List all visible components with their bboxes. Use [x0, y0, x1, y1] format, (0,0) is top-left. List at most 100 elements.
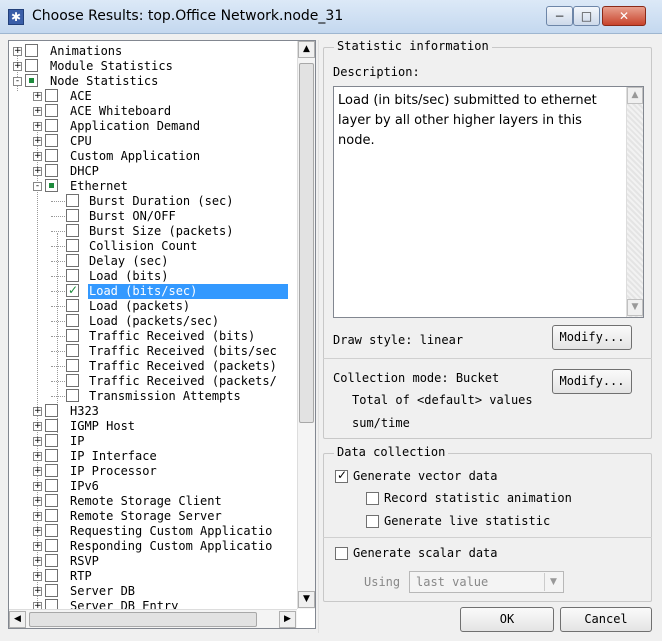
tree-row[interactable]: + CPU: [9, 134, 297, 149]
tree-row[interactable]: Burst ON/OFF: [9, 209, 297, 224]
scroll-down-arrow-icon[interactable]: ▼: [298, 591, 315, 608]
using-dropdown[interactable]: last value ▼: [409, 571, 564, 593]
tree-row[interactable]: - Node Statistics: [9, 74, 297, 89]
tree-checkbox[interactable]: [45, 479, 58, 492]
tree-checkbox[interactable]: [66, 194, 79, 207]
tree-row[interactable]: Burst Duration (sec): [9, 194, 297, 209]
expand-plus-icon[interactable]: +: [33, 542, 42, 551]
tree-row[interactable]: Load (packets/sec): [9, 314, 297, 329]
generate-live-checkbox[interactable]: [366, 515, 379, 528]
collection-mode-modify-button[interactable]: Modify...: [552, 369, 632, 394]
collapse-minus-icon[interactable]: -: [13, 77, 22, 86]
tree-row[interactable]: Load (bits): [9, 269, 297, 284]
tree-row[interactable]: + IP Interface: [9, 449, 297, 464]
tree-checkbox[interactable]: [45, 134, 58, 147]
tree-row[interactable]: + Animations: [9, 44, 297, 59]
expand-plus-icon[interactable]: +: [33, 587, 42, 596]
tree-checkbox[interactable]: [45, 494, 58, 507]
tree-row[interactable]: Collision Count: [9, 239, 297, 254]
scroll-thumb[interactable]: [299, 63, 314, 423]
chevron-down-icon[interactable]: ▼: [544, 573, 562, 591]
tree-row[interactable]: - Ethernet: [9, 179, 297, 194]
expand-plus-icon[interactable]: +: [33, 527, 42, 536]
tree-row[interactable]: Traffic Received (packets/: [9, 374, 297, 389]
close-button[interactable]: ✕: [602, 6, 646, 26]
tree-checkbox[interactable]: [45, 89, 58, 102]
tree-horizontal-scrollbar[interactable]: ◀ ▶: [9, 609, 297, 628]
minimize-button[interactable]: −: [546, 6, 573, 26]
maximize-button[interactable]: □: [573, 6, 600, 26]
tree-checkbox[interactable]: [66, 314, 79, 327]
tree-checkbox[interactable]: [45, 554, 58, 567]
generate-vector-checkbox[interactable]: [335, 468, 348, 483]
expand-plus-icon[interactable]: +: [33, 437, 42, 446]
cancel-button[interactable]: Cancel: [560, 607, 652, 632]
tree-row[interactable]: + IGMP Host: [9, 419, 297, 434]
tree-row[interactable]: + ACE: [9, 89, 297, 104]
tree-row[interactable]: + IPv6: [9, 479, 297, 494]
desc-scroll-up-icon[interactable]: ▲: [627, 87, 643, 104]
tree-checkbox[interactable]: [66, 299, 79, 312]
hscroll-thumb[interactable]: [29, 612, 257, 627]
tree-row[interactable]: Delay (sec): [9, 254, 297, 269]
tree-checkbox[interactable]: [25, 44, 38, 57]
tree-checkbox[interactable]: [25, 74, 38, 87]
tree-checkbox[interactable]: [45, 509, 58, 522]
tree-checkbox[interactable]: [66, 283, 79, 298]
tree-checkbox[interactable]: [66, 239, 79, 252]
tree-row[interactable]: + ACE Whiteboard: [9, 104, 297, 119]
tree-checkbox[interactable]: [25, 59, 38, 72]
tree-row[interactable]: Load (bits/sec): [9, 283, 297, 300]
desc-scroll-down-icon[interactable]: ▼: [627, 299, 643, 316]
expand-plus-icon[interactable]: +: [33, 122, 42, 131]
tree-row[interactable]: + H323: [9, 404, 297, 419]
expand-plus-icon[interactable]: +: [33, 152, 42, 161]
tree-row[interactable]: Burst Size (packets): [9, 224, 297, 239]
tree-checkbox[interactable]: [45, 164, 58, 177]
tree-checkbox[interactable]: [45, 599, 58, 609]
tree-row[interactable]: + Requesting Custom Applicatio: [9, 524, 297, 539]
tree-checkbox[interactable]: [45, 434, 58, 447]
collapse-minus-icon[interactable]: -: [33, 182, 42, 191]
statistics-tree[interactable]: + Animations + Module Statistics - Node Stati…: [8, 40, 316, 629]
tree-row[interactable]: + RSVP: [9, 554, 297, 569]
expand-plus-icon[interactable]: +: [33, 557, 42, 566]
expand-plus-icon[interactable]: +: [13, 47, 22, 56]
expand-plus-icon[interactable]: +: [33, 422, 42, 431]
tree-checkbox[interactable]: [45, 539, 58, 552]
tree-checkbox[interactable]: [45, 419, 58, 432]
tree-row[interactable]: + Responding Custom Applicatio: [9, 539, 297, 554]
tree-checkbox[interactable]: [45, 179, 58, 192]
tree-vertical-scrollbar[interactable]: ▲ ▼: [297, 41, 315, 609]
description-textbox[interactable]: Load (in bits/sec) submitted to ethernet…: [333, 86, 644, 318]
tree-row[interactable]: + RTP: [9, 569, 297, 584]
expand-plus-icon[interactable]: +: [33, 512, 42, 521]
tree-checkbox[interactable]: [45, 449, 58, 462]
tree-checkbox[interactable]: [45, 119, 58, 132]
tree-checkbox[interactable]: [66, 329, 79, 342]
tree-row[interactable]: Load (packets): [9, 299, 297, 314]
tree-row[interactable]: Traffic Received (bits/sec: [9, 344, 297, 359]
tree-checkbox[interactable]: [66, 374, 79, 387]
expand-plus-icon[interactable]: +: [33, 482, 42, 491]
expand-plus-icon[interactable]: +: [33, 602, 42, 609]
tree-checkbox[interactable]: [66, 254, 79, 267]
tree-row[interactable]: + Server DB: [9, 584, 297, 599]
tree-checkbox[interactable]: [66, 224, 79, 237]
tree-checkbox[interactable]: [66, 389, 79, 402]
tree-row[interactable]: + Remote Storage Client: [9, 494, 297, 509]
tree-checkbox[interactable]: [45, 584, 58, 597]
tree-row[interactable]: + DHCP: [9, 164, 297, 179]
record-animation-checkbox[interactable]: [366, 492, 379, 505]
tree-checkbox[interactable]: [45, 149, 58, 162]
tree-checkbox[interactable]: [66, 344, 79, 357]
tree-row[interactable]: Traffic Received (bits): [9, 329, 297, 344]
tree-row[interactable]: + IP Processor: [9, 464, 297, 479]
tree-checkbox[interactable]: [45, 404, 58, 417]
scroll-right-arrow-icon[interactable]: ▶: [279, 611, 296, 628]
tree-checkbox[interactable]: [45, 104, 58, 117]
tree-checkbox[interactable]: [66, 209, 79, 222]
tree-row[interactable]: + Custom Application: [9, 149, 297, 164]
tree-row[interactable]: + Remote Storage Server: [9, 509, 297, 524]
tree-row[interactable]: + Module Statistics: [9, 59, 297, 74]
